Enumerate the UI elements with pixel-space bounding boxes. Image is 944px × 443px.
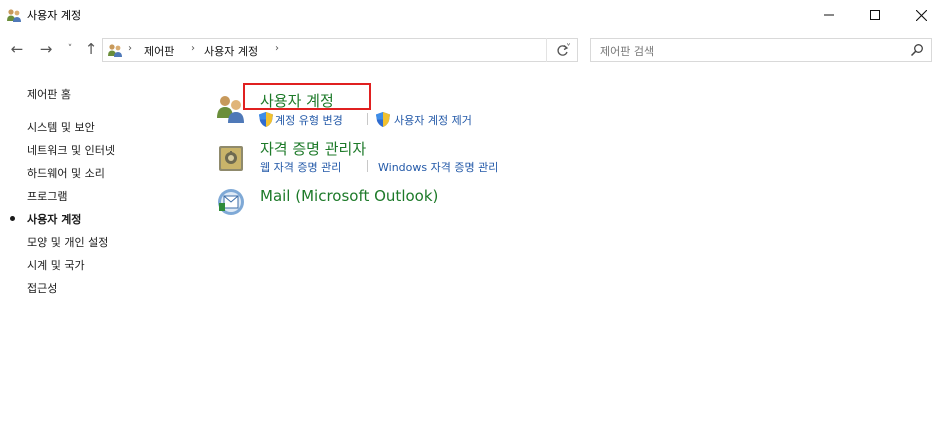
manage-windows-credentials-link[interactable]: Windows 자격 증명 관리 <box>378 159 498 175</box>
sidebar-item-ease-of-access[interactable]: 접근성 <box>27 280 57 296</box>
uac-shield-icon <box>259 112 273 127</box>
sidebar-item-hardware-sound[interactable]: 하드웨어 및 소리 <box>27 165 105 181</box>
forward-arrow-icon: → <box>39 40 53 58</box>
sidebar-item-network-internet[interactable]: 네트워크 및 인터넷 <box>27 142 115 158</box>
minimize-icon <box>824 14 834 16</box>
search-input[interactable]: 제어판 검색 <box>590 38 932 62</box>
breadcrumb-chevron-icon[interactable]: › <box>191 43 195 54</box>
recent-locations-button[interactable]: ˅ <box>60 39 80 59</box>
link-separator <box>367 160 368 172</box>
users-icon <box>108 44 122 57</box>
breadcrumb-user-accounts[interactable]: 사용자 계정 <box>204 43 258 59</box>
up-button[interactable]: ↑ <box>81 39 101 59</box>
sidebar-item-user-accounts[interactable]: 사용자 계정 <box>27 211 81 227</box>
sidebar-item-clock-region[interactable]: 시계 및 국가 <box>27 257 85 273</box>
back-button[interactable]: ← <box>7 39 27 59</box>
highlight-box <box>243 83 371 110</box>
uac-shield-icon <box>376 112 390 127</box>
maximize-icon <box>870 10 880 20</box>
change-account-type-link[interactable]: 계정 유형 변경 <box>275 112 343 128</box>
sidebar-item-control-panel-home[interactable]: 제어판 홈 <box>27 86 71 102</box>
chevron-down-icon: ˅ <box>67 44 73 54</box>
title-bar: 사용자 계정 <box>0 0 944 30</box>
search-placeholder: 제어판 검색 <box>600 45 655 58</box>
breadcrumb-chevron-icon[interactable]: › <box>128 43 132 54</box>
minimize-button[interactable] <box>806 0 852 30</box>
link-separator <box>367 113 368 125</box>
remove-user-account-link[interactable]: 사용자 계정 제거 <box>394 112 472 128</box>
back-arrow-icon: ← <box>10 40 24 58</box>
credential-vault-icon <box>219 146 243 171</box>
breadcrumb-chevron-icon[interactable]: › <box>275 43 279 54</box>
sidebar-item-appearance[interactable]: 모양 및 개인 설정 <box>27 234 108 250</box>
navigation-bar: ← → ˅ ↑ › 제어판 › 사용자 계정 › ˅ 제어판 검색 <box>0 31 944 67</box>
window-title: 사용자 계정 <box>27 9 82 22</box>
manage-web-credentials-link[interactable]: 웹 자격 증명 관리 <box>260 159 341 175</box>
current-item-bullet <box>10 216 15 221</box>
refresh-icon <box>556 44 568 56</box>
search-icon[interactable] <box>910 43 924 57</box>
forward-button[interactable]: → <box>36 39 56 59</box>
category-title-mail[interactable]: Mail (Microsoft Outlook) <box>260 187 438 205</box>
sidebar-item-system-security[interactable]: 시스템 및 보안 <box>27 119 95 135</box>
close-button[interactable] <box>898 0 944 30</box>
up-arrow-icon: ↑ <box>84 40 98 58</box>
address-bar[interactable]: › 제어판 › 사용자 계정 › ˅ <box>102 38 578 62</box>
category-title-credential-manager[interactable]: 자격 증명 관리자 <box>260 138 366 159</box>
sidebar-item-programs[interactable]: 프로그램 <box>27 188 67 204</box>
close-icon <box>915 9 927 21</box>
users-icon <box>7 9 21 22</box>
mail-icon <box>218 189 244 215</box>
breadcrumb-control-panel[interactable]: 제어판 <box>144 43 174 59</box>
refresh-button[interactable] <box>546 38 577 62</box>
maximize-button[interactable] <box>852 0 898 30</box>
